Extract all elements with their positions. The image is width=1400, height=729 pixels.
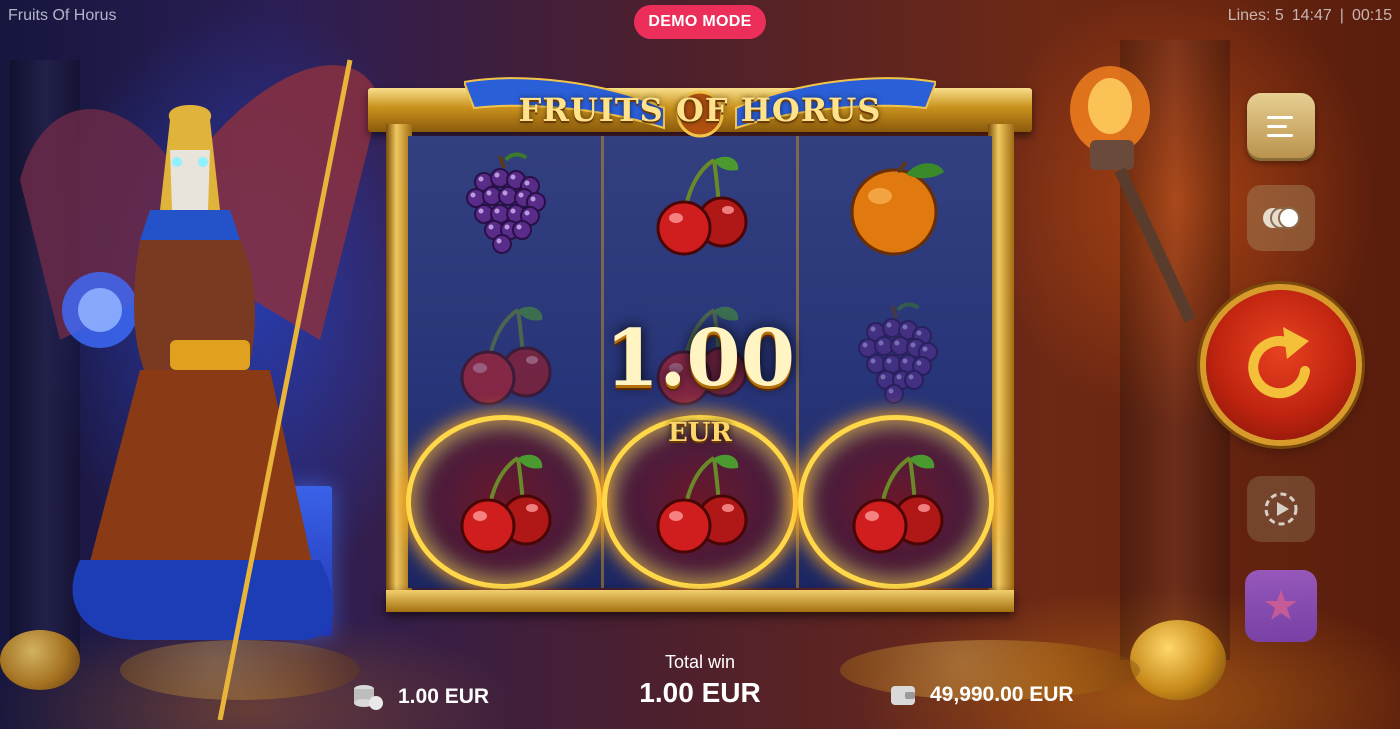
menu-button[interactable] xyxy=(1247,93,1315,161)
game-logo: FRUITS OF HORUS xyxy=(518,91,882,129)
torch xyxy=(1050,60,1210,340)
app-title: Fruits Of Horus xyxy=(8,7,117,24)
horus-character xyxy=(20,40,380,721)
gold-coin xyxy=(1130,620,1226,700)
status-bar: Lines: 5 14:47 | 00:15 xyxy=(1228,7,1392,25)
cherry-icon xyxy=(836,444,956,564)
spin-icon xyxy=(1248,327,1310,399)
autoplay-button[interactable] xyxy=(1247,476,1315,542)
spin-button[interactable] xyxy=(1206,290,1356,440)
win-currency: EUR xyxy=(667,418,733,448)
cherry-icon xyxy=(444,444,564,564)
lines-count: Lines: 5 xyxy=(1227,7,1284,24)
orange-icon xyxy=(836,146,956,266)
bet-value: 1.00 EUR xyxy=(398,685,490,708)
bet-display[interactable]: 1.00 EUR xyxy=(352,683,489,711)
cherry-icon xyxy=(640,444,760,564)
wallet-icon xyxy=(891,686,915,705)
autoplay-icon xyxy=(1264,492,1298,526)
grapes-icon xyxy=(444,146,564,266)
coin-stack-icon xyxy=(354,685,383,710)
status-separator: | xyxy=(1339,7,1344,24)
menu-icon xyxy=(1267,116,1295,138)
cherry-icon xyxy=(640,146,760,266)
demo-mode-badge: DEMO MODE xyxy=(634,5,766,39)
total-win-label: Total win xyxy=(664,652,736,672)
session-timer: 00:15 xyxy=(1351,7,1392,24)
balance-display: 49,990.00 EUR xyxy=(890,683,1074,707)
bonus-button[interactable] xyxy=(1245,570,1317,642)
coin-value-button[interactable] xyxy=(1247,185,1315,251)
balance-value: 49,990.00 EUR xyxy=(930,683,1074,706)
star-icon xyxy=(1265,590,1297,620)
reel-frame: FRUITS OF HORUS 1.00 EUR xyxy=(368,77,1032,612)
coins-icon xyxy=(1263,207,1300,229)
win-amount: 1.00 xyxy=(605,313,795,404)
frame-base xyxy=(386,590,1014,612)
clock: 14:47 xyxy=(1291,7,1332,24)
total-win-value: 1.00 EUR xyxy=(639,677,761,708)
